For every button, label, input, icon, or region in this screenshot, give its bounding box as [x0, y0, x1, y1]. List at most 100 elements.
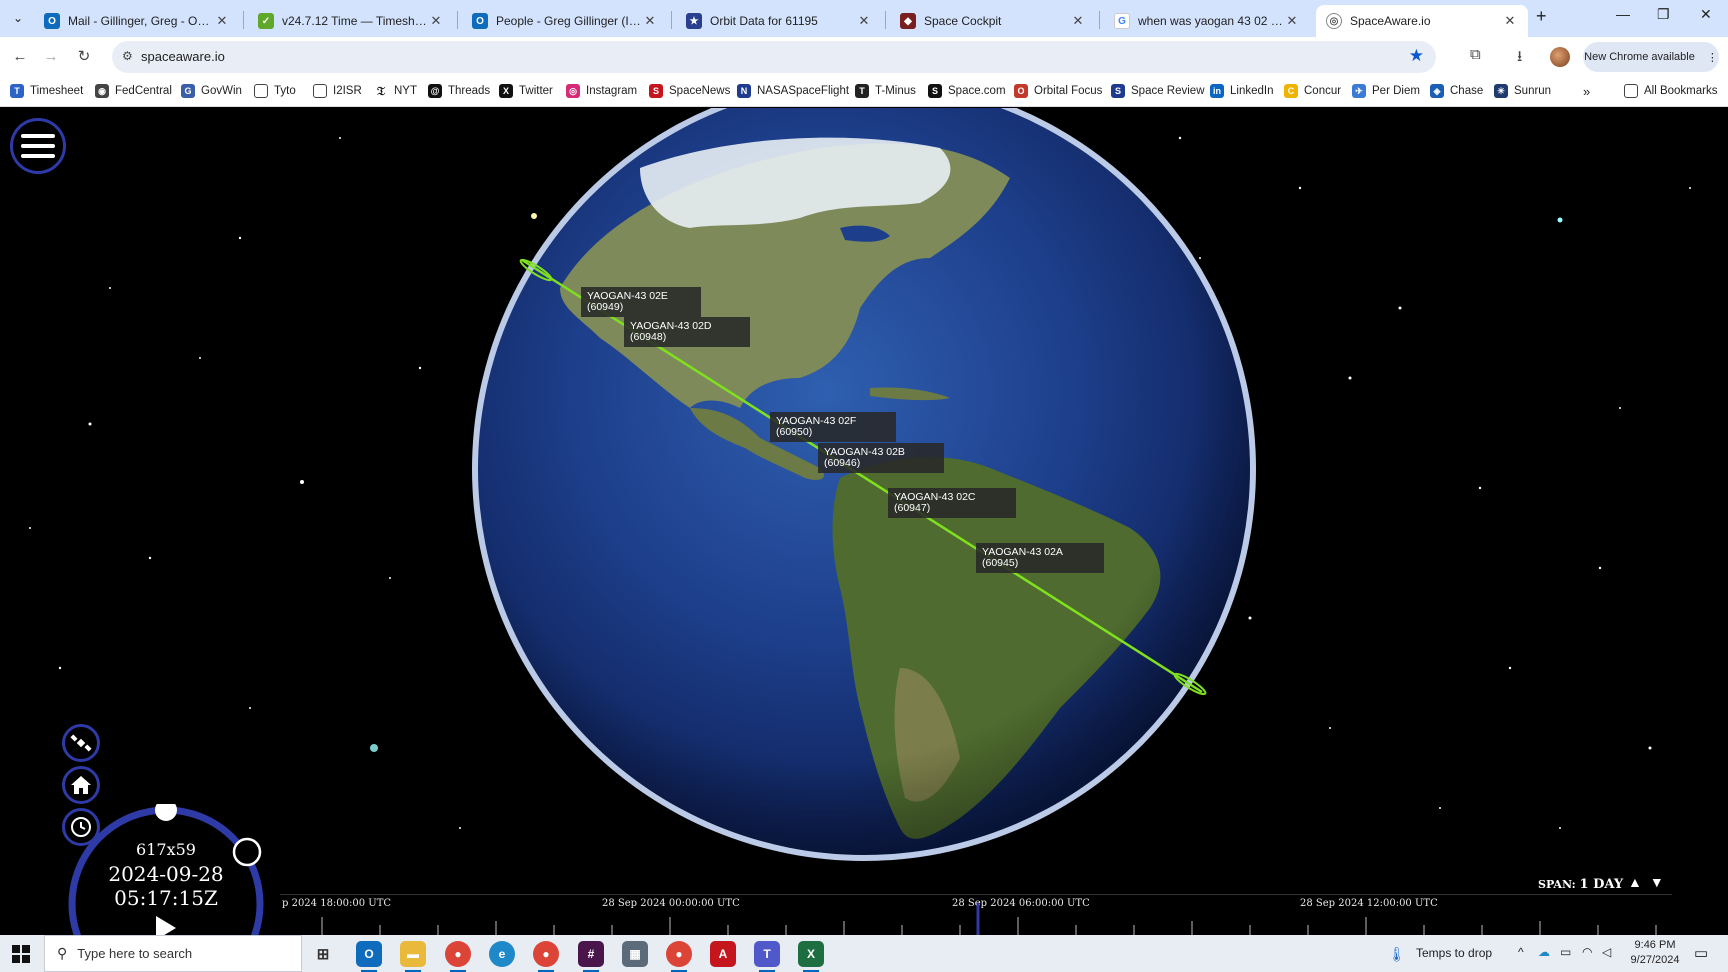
tab-space-cockpit[interactable]: ◆ Space Cockpit ✕ — [890, 5, 1096, 37]
play-icon[interactable] — [156, 916, 176, 935]
bookmark-concur[interactable]: C Concur — [1284, 84, 1341, 98]
tab-separator — [243, 11, 244, 29]
satellite-label-02c[interactable]: YAOGAN-43 02C (60947) — [888, 488, 1016, 518]
bookmark-orbital-focus[interactable]: O Orbital Focus — [1014, 84, 1102, 98]
edge-icon[interactable]: e — [489, 941, 515, 967]
wifi-icon[interactable]: ◠ — [1582, 945, 1592, 959]
onedrive-icon[interactable]: ☁ — [1538, 945, 1550, 959]
minimize-icon[interactable]: — — [1616, 6, 1630, 22]
new-tab-button[interactable]: + — [1536, 6, 1547, 27]
span-arrows: ▲▼ — [1628, 874, 1672, 890]
close-icon[interactable]: ✕ — [642, 13, 658, 29]
timeline-bar[interactable]: p 2024 18:00:00 UTC 28 Sep 2024 00:00:00… — [280, 894, 1672, 935]
weather-text[interactable]: Temps to drop — [1416, 946, 1492, 960]
tab-search-chevron-icon[interactable]: ⌄ — [6, 7, 30, 29]
satellite-icon[interactable] — [62, 724, 100, 762]
bookmark-t-minus[interactable]: T T-Minus — [855, 84, 916, 98]
tab-orbit-data[interactable]: ★ Orbit Data for 61195 ✕ — [676, 5, 882, 37]
acrobat-icon[interactable]: A — [710, 941, 736, 967]
bookmark-per-diem[interactable]: ✈ Per Diem — [1352, 84, 1420, 98]
home-icon[interactable] — [62, 766, 100, 804]
timesheet-icon: T — [10, 84, 24, 98]
time-dial[interactable]: 617x59 2024-09-28 05:17:15Z — [66, 804, 266, 935]
bookmark-instagram[interactable]: ◎ Instagram — [566, 84, 637, 98]
bookmark-fedcentral[interactable]: ◉ FedCentral — [95, 84, 172, 98]
satellite-label-02b[interactable]: YAOGAN-43 02B (60946) — [818, 443, 944, 473]
taskbar-time[interactable]: 9:46 PM — [1630, 939, 1680, 951]
bookmark-star-icon[interactable]: ★ — [1409, 46, 1424, 66]
bookmark-spacenews[interactable]: S SpaceNews — [649, 84, 730, 98]
close-icon[interactable]: ✕ — [428, 13, 444, 29]
nsf-icon: N — [737, 84, 751, 98]
chrome-icon[interactable]: ● — [445, 941, 471, 972]
bookmark-tyto[interactable]: Tyto — [254, 84, 296, 98]
file-explorer-icon[interactable]: ▬ — [400, 941, 426, 972]
span-decrease-icon[interactable]: ▼ — [1650, 874, 1672, 890]
all-bookmarks[interactable]: All Bookmarks — [1624, 84, 1718, 98]
tab-people[interactable]: O People - Greg Gillinger (Integrit ✕ — [462, 5, 668, 37]
earth-globe[interactable] — [472, 108, 1256, 861]
excel-icon[interactable]: X — [798, 941, 824, 972]
bookmark-chase[interactable]: ◈ Chase — [1430, 84, 1483, 98]
bookmark-twitter[interactable]: X Twitter — [499, 84, 553, 98]
bookmark-timesheet[interactable]: T Timesheet — [10, 84, 83, 98]
satellite-label-02f[interactable]: YAOGAN-43 02F (60950) — [770, 412, 896, 442]
back-icon[interactable]: ← — [9, 46, 31, 68]
bookmark-threads[interactable]: @ Threads — [428, 84, 490, 98]
close-icon[interactable]: ✕ — [856, 13, 872, 29]
bookmark-space-review[interactable]: S Space Review — [1111, 84, 1205, 98]
tab-spaceaware[interactable]: ◎ SpaceAware.io ✕ — [1316, 5, 1528, 37]
satellite-label-02e[interactable]: YAOGAN-43 02E (60949) — [581, 287, 701, 317]
teams-icon[interactable]: T — [754, 941, 780, 972]
notifications-icon[interactable]: ▭ — [1694, 944, 1708, 962]
close-icon[interactable]: ✕ — [1502, 13, 1518, 29]
bookmark-linkedin[interactable]: in LinkedIn — [1210, 84, 1273, 98]
url-text[interactable]: spaceaware.io — [141, 49, 225, 64]
battery-icon[interactable]: ▭ — [1560, 945, 1571, 959]
bookmark-label: Timesheet — [30, 85, 84, 97]
bookmark-nyt[interactable]: 𝔗 NYT — [374, 84, 417, 98]
task-view-icon[interactable]: ⊞ — [310, 941, 336, 967]
slack-icon[interactable]: # — [578, 941, 604, 972]
windows-start-icon[interactable] — [12, 945, 30, 963]
tab-outlook-mail[interactable]: O Mail - Gillinger, Greg - Outlook ✕ — [34, 5, 240, 37]
taskbar-date[interactable]: 9/27/2024 — [1626, 954, 1684, 966]
chrome-profile-2-icon[interactable]: ● — [666, 941, 692, 972]
download-icon[interactable]: ⭳ — [1517, 46, 1522, 71]
extensions-icon[interactable]: ⧉ — [1470, 46, 1481, 63]
tray-overflow-icon[interactable]: ^ — [1518, 945, 1524, 959]
close-icon[interactable]: ✕ — [214, 13, 230, 29]
taskbar-search-input[interactable]: ⚲ Type here to search — [44, 935, 302, 972]
close-icon[interactable]: ✕ — [1284, 13, 1300, 29]
avatar[interactable] — [1550, 47, 1570, 67]
satellite-label-02d[interactable]: YAOGAN-43 02D (60948) — [624, 317, 750, 347]
new-chrome-available-button[interactable]: New Chrome available ⋮ — [1583, 42, 1719, 72]
bookmarks-overflow-icon[interactable]: » — [1583, 84, 1590, 99]
tab-title: People - Greg Gillinger (Integrit — [496, 14, 642, 28]
restore-icon[interactable]: ❐ — [1657, 6, 1670, 23]
bookmark-sunrun[interactable]: ☀ Sunrun — [1494, 84, 1551, 98]
calculator-icon[interactable]: ▦ — [622, 941, 648, 967]
chrome-profile-icon[interactable]: ● — [533, 941, 559, 972]
globe-viewport[interactable]: YAOGAN-43 02E (60949) YAOGAN-43 02D (609… — [0, 108, 1728, 935]
outlook-icon: O — [472, 13, 488, 29]
close-icon[interactable]: ✕ — [1070, 13, 1086, 29]
site-info-icon[interactable]: ⚙ — [122, 49, 133, 63]
tab-timesheet[interactable]: ✓ v24.7.12 Time — Timesheet for ✕ — [248, 5, 454, 37]
volume-icon[interactable]: ◁ — [1602, 945, 1611, 959]
span-increase-icon[interactable]: ▲ — [1628, 874, 1650, 890]
folder-icon — [1624, 84, 1638, 98]
bookmark-i2isr[interactable]: I2ISR — [313, 84, 362, 98]
hamburger-menu-icon[interactable] — [10, 118, 66, 174]
satellite-label-02a[interactable]: YAOGAN-43 02A (60945) — [976, 543, 1104, 573]
bookmark-govwin[interactable]: G GovWin — [181, 84, 242, 98]
forward-icon[interactable]: → — [40, 46, 62, 68]
window-close-icon[interactable]: ✕ — [1700, 6, 1712, 23]
outlook-taskbar-icon[interactable]: O — [356, 941, 382, 972]
bookmark-space-com[interactable]: S Space.com — [928, 84, 1006, 98]
address-bar[interactable]: ⚙ spaceaware.io ★ — [112, 41, 1436, 73]
tab-google-search[interactable]: G when was yaogan 43 02 launch ✕ — [1104, 5, 1310, 37]
reload-icon[interactable]: ↻ — [73, 46, 95, 68]
bookmark-nasaspaceflight[interactable]: N NASASpaceFlight — [737, 84, 849, 98]
browser-toolbar: ← → ↻ ⚙ spaceaware.io ★ ⧉ ⭳ New Chrome a… — [0, 37, 1728, 77]
